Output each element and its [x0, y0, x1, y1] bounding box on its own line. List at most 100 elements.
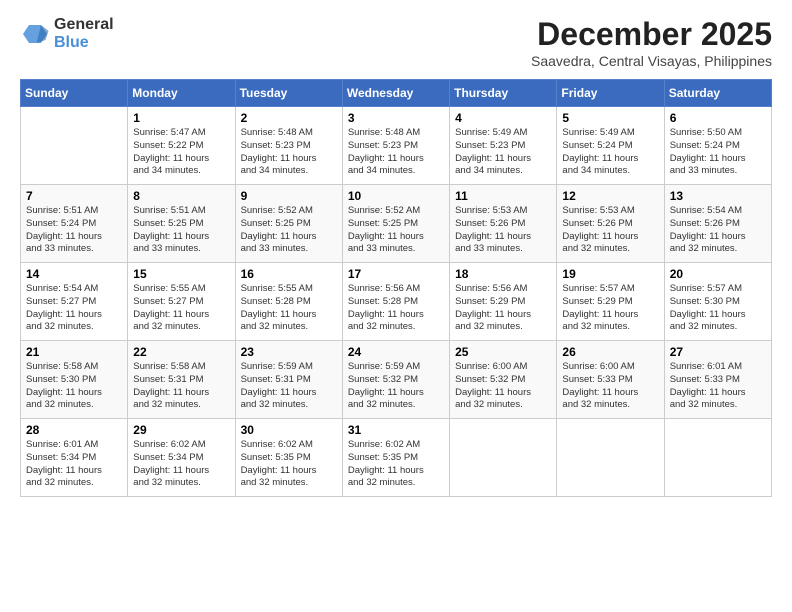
day-info: Sunrise: 5:56 AMSunset: 5:28 PMDaylight:…: [348, 283, 444, 334]
day-cell: 20 Sunrise: 5:57 AMSunset: 5:30 PMDayligh…: [664, 263, 771, 341]
day-number: 31: [348, 423, 444, 437]
header-cell-saturday: Saturday: [664, 80, 771, 107]
day-number: 13: [670, 189, 766, 203]
logo-general: General: [54, 16, 114, 34]
location: Saavedra, Central Visayas, Philippines: [531, 53, 772, 69]
header-cell-thursday: Thursday: [450, 80, 557, 107]
day-number: 27: [670, 345, 766, 359]
day-number: 2: [241, 111, 337, 125]
day-cell: 15 Sunrise: 5:55 AMSunset: 5:27 PMDayligh…: [128, 263, 235, 341]
day-info: Sunrise: 5:50 AMSunset: 5:24 PMDaylight:…: [670, 127, 766, 178]
day-number: 21: [26, 345, 122, 359]
day-cell: 12Sunrise: 5:53 AMSunset: 5:26 PMDayligh…: [557, 185, 664, 263]
day-cell: 19 Sunrise: 5:57 AMSunset: 5:29 PMDayligh…: [557, 263, 664, 341]
day-number: 16: [241, 267, 337, 281]
logo-blue: Blue: [54, 34, 114, 52]
day-number: 23: [241, 345, 337, 359]
header-cell-wednesday: Wednesday: [342, 80, 449, 107]
day-cell: 17 Sunrise: 5:56 AMSunset: 5:28 PMDayligh…: [342, 263, 449, 341]
day-cell: [450, 419, 557, 497]
day-cell: 9 Sunrise: 5:52 AMSunset: 5:25 PMDaylight…: [235, 185, 342, 263]
day-info: Sunrise: 5:51 AMSunset: 5:25 PMDaylight:…: [133, 205, 229, 256]
header-cell-monday: Monday: [128, 80, 235, 107]
day-cell: 3Sunrise: 5:48 AMSunset: 5:23 PMDaylight…: [342, 107, 449, 185]
header-row: SundayMondayTuesdayWednesdayThursdayFrid…: [21, 80, 772, 107]
day-cell: [557, 419, 664, 497]
day-number: 29: [133, 423, 229, 437]
day-info: Sunrise: 6:00 AMSunset: 5:33 PMDaylight:…: [562, 361, 658, 412]
day-cell: 25Sunrise: 6:00 AMSunset: 5:32 PMDayligh…: [450, 341, 557, 419]
day-number: 1: [133, 111, 229, 125]
title-section: December 2025 Saavedra, Central Visayas,…: [531, 16, 772, 69]
calendar-table: SundayMondayTuesdayWednesdayThursdayFrid…: [20, 79, 772, 497]
day-info: Sunrise: 5:59 AMSunset: 5:32 PMDaylight:…: [348, 361, 444, 412]
day-number: 9: [241, 189, 337, 203]
day-info: Sunrise: 5:53 AMSunset: 5:26 PMDaylight:…: [562, 205, 658, 256]
day-info: Sunrise: 5:57 AMSunset: 5:30 PMDaylight:…: [670, 283, 766, 334]
day-info: Sunrise: 5:58 AMSunset: 5:30 PMDaylight:…: [26, 361, 122, 412]
day-cell: 10Sunrise: 5:52 AMSunset: 5:25 PMDayligh…: [342, 185, 449, 263]
day-info: Sunrise: 5:56 AMSunset: 5:29 PMDaylight:…: [455, 283, 551, 334]
day-info: Sunrise: 5:48 AMSunset: 5:23 PMDaylight:…: [241, 127, 337, 178]
day-number: 8: [133, 189, 229, 203]
day-info: Sunrise: 5:54 AMSunset: 5:27 PMDaylight:…: [26, 283, 122, 334]
day-info: Sunrise: 5:48 AMSunset: 5:23 PMDaylight:…: [348, 127, 444, 178]
header: General Blue December 2025 Saavedra, Cen…: [20, 16, 772, 69]
day-cell: 29Sunrise: 6:02 AMSunset: 5:34 PMDayligh…: [128, 419, 235, 497]
day-number: 26: [562, 345, 658, 359]
day-number: 28: [26, 423, 122, 437]
day-number: 19: [562, 267, 658, 281]
header-cell-sunday: Sunday: [21, 80, 128, 107]
day-number: 20: [670, 267, 766, 281]
day-number: 4: [455, 111, 551, 125]
main-container: General Blue December 2025 Saavedra, Cen…: [0, 0, 792, 507]
day-number: 6: [670, 111, 766, 125]
day-cell: [21, 107, 128, 185]
week-row-2: 14 Sunrise: 5:54 AMSunset: 5:27 PMDayligh…: [21, 263, 772, 341]
day-info: Sunrise: 5:52 AMSunset: 5:25 PMDaylight:…: [348, 205, 444, 256]
week-row-4: 28Sunrise: 6:01 AMSunset: 5:34 PMDayligh…: [21, 419, 772, 497]
day-info: Sunrise: 5:55 AMSunset: 5:27 PMDaylight:…: [133, 283, 229, 334]
day-info: Sunrise: 5:52 AMSunset: 5:25 PMDaylight:…: [241, 205, 337, 256]
header-cell-tuesday: Tuesday: [235, 80, 342, 107]
day-cell: 31 Sunrise: 6:02 AMSunset: 5:35 PMDayligh…: [342, 419, 449, 497]
day-info: Sunrise: 5:54 AMSunset: 5:26 PMDaylight:…: [670, 205, 766, 256]
day-info: Sunrise: 5:59 AMSunset: 5:31 PMDaylight:…: [241, 361, 337, 412]
day-number: 18: [455, 267, 551, 281]
day-cell: 5Sunrise: 5:49 AMSunset: 5:24 PMDaylight…: [557, 107, 664, 185]
day-info: Sunrise: 6:02 AMSunset: 5:35 PMDaylight:…: [241, 439, 337, 490]
day-number: 15: [133, 267, 229, 281]
day-number: 22: [133, 345, 229, 359]
day-cell: 6 Sunrise: 5:50 AMSunset: 5:24 PMDaylight…: [664, 107, 771, 185]
day-info: Sunrise: 6:02 AMSunset: 5:35 PMDaylight:…: [348, 439, 444, 490]
day-info: Sunrise: 5:49 AMSunset: 5:23 PMDaylight:…: [455, 127, 551, 178]
day-info: Sunrise: 5:57 AMSunset: 5:29 PMDaylight:…: [562, 283, 658, 334]
day-info: Sunrise: 5:55 AMSunset: 5:28 PMDaylight:…: [241, 283, 337, 334]
day-info: Sunrise: 5:53 AMSunset: 5:26 PMDaylight:…: [455, 205, 551, 256]
day-cell: 4 Sunrise: 5:49 AMSunset: 5:23 PMDaylight…: [450, 107, 557, 185]
day-number: 17: [348, 267, 444, 281]
day-cell: [664, 419, 771, 497]
day-cell: 2 Sunrise: 5:48 AMSunset: 5:23 PMDaylight…: [235, 107, 342, 185]
day-info: Sunrise: 5:47 AMSunset: 5:22 PMDaylight:…: [133, 127, 229, 178]
day-cell: 21 Sunrise: 5:58 AMSunset: 5:30 PMDayligh…: [21, 341, 128, 419]
day-cell: 22 Sunrise: 5:58 AMSunset: 5:31 PMDayligh…: [128, 341, 235, 419]
day-number: 11: [455, 189, 551, 203]
day-cell: 23 Sunrise: 5:59 AMSunset: 5:31 PMDayligh…: [235, 341, 342, 419]
day-number: 7: [26, 189, 122, 203]
logo-icon: [20, 19, 50, 49]
day-number: 5: [562, 111, 658, 125]
logo: General Blue: [20, 16, 114, 52]
day-cell: 13 Sunrise: 5:54 AMSunset: 5:26 PMDayligh…: [664, 185, 771, 263]
week-row-0: 1 Sunrise: 5:47 AMSunset: 5:22 PMDaylight…: [21, 107, 772, 185]
week-row-3: 21 Sunrise: 5:58 AMSunset: 5:30 PMDayligh…: [21, 341, 772, 419]
day-info: Sunrise: 5:58 AMSunset: 5:31 PMDaylight:…: [133, 361, 229, 412]
day-number: 25: [455, 345, 551, 359]
day-number: 24: [348, 345, 444, 359]
day-cell: 24 Sunrise: 5:59 AMSunset: 5:32 PMDayligh…: [342, 341, 449, 419]
day-cell: 8 Sunrise: 5:51 AMSunset: 5:25 PMDaylight…: [128, 185, 235, 263]
logo-text: General Blue: [54, 16, 114, 52]
day-number: 14: [26, 267, 122, 281]
day-cell: 28Sunrise: 6:01 AMSunset: 5:34 PMDayligh…: [21, 419, 128, 497]
day-cell: 30Sunrise: 6:02 AMSunset: 5:35 PMDayligh…: [235, 419, 342, 497]
